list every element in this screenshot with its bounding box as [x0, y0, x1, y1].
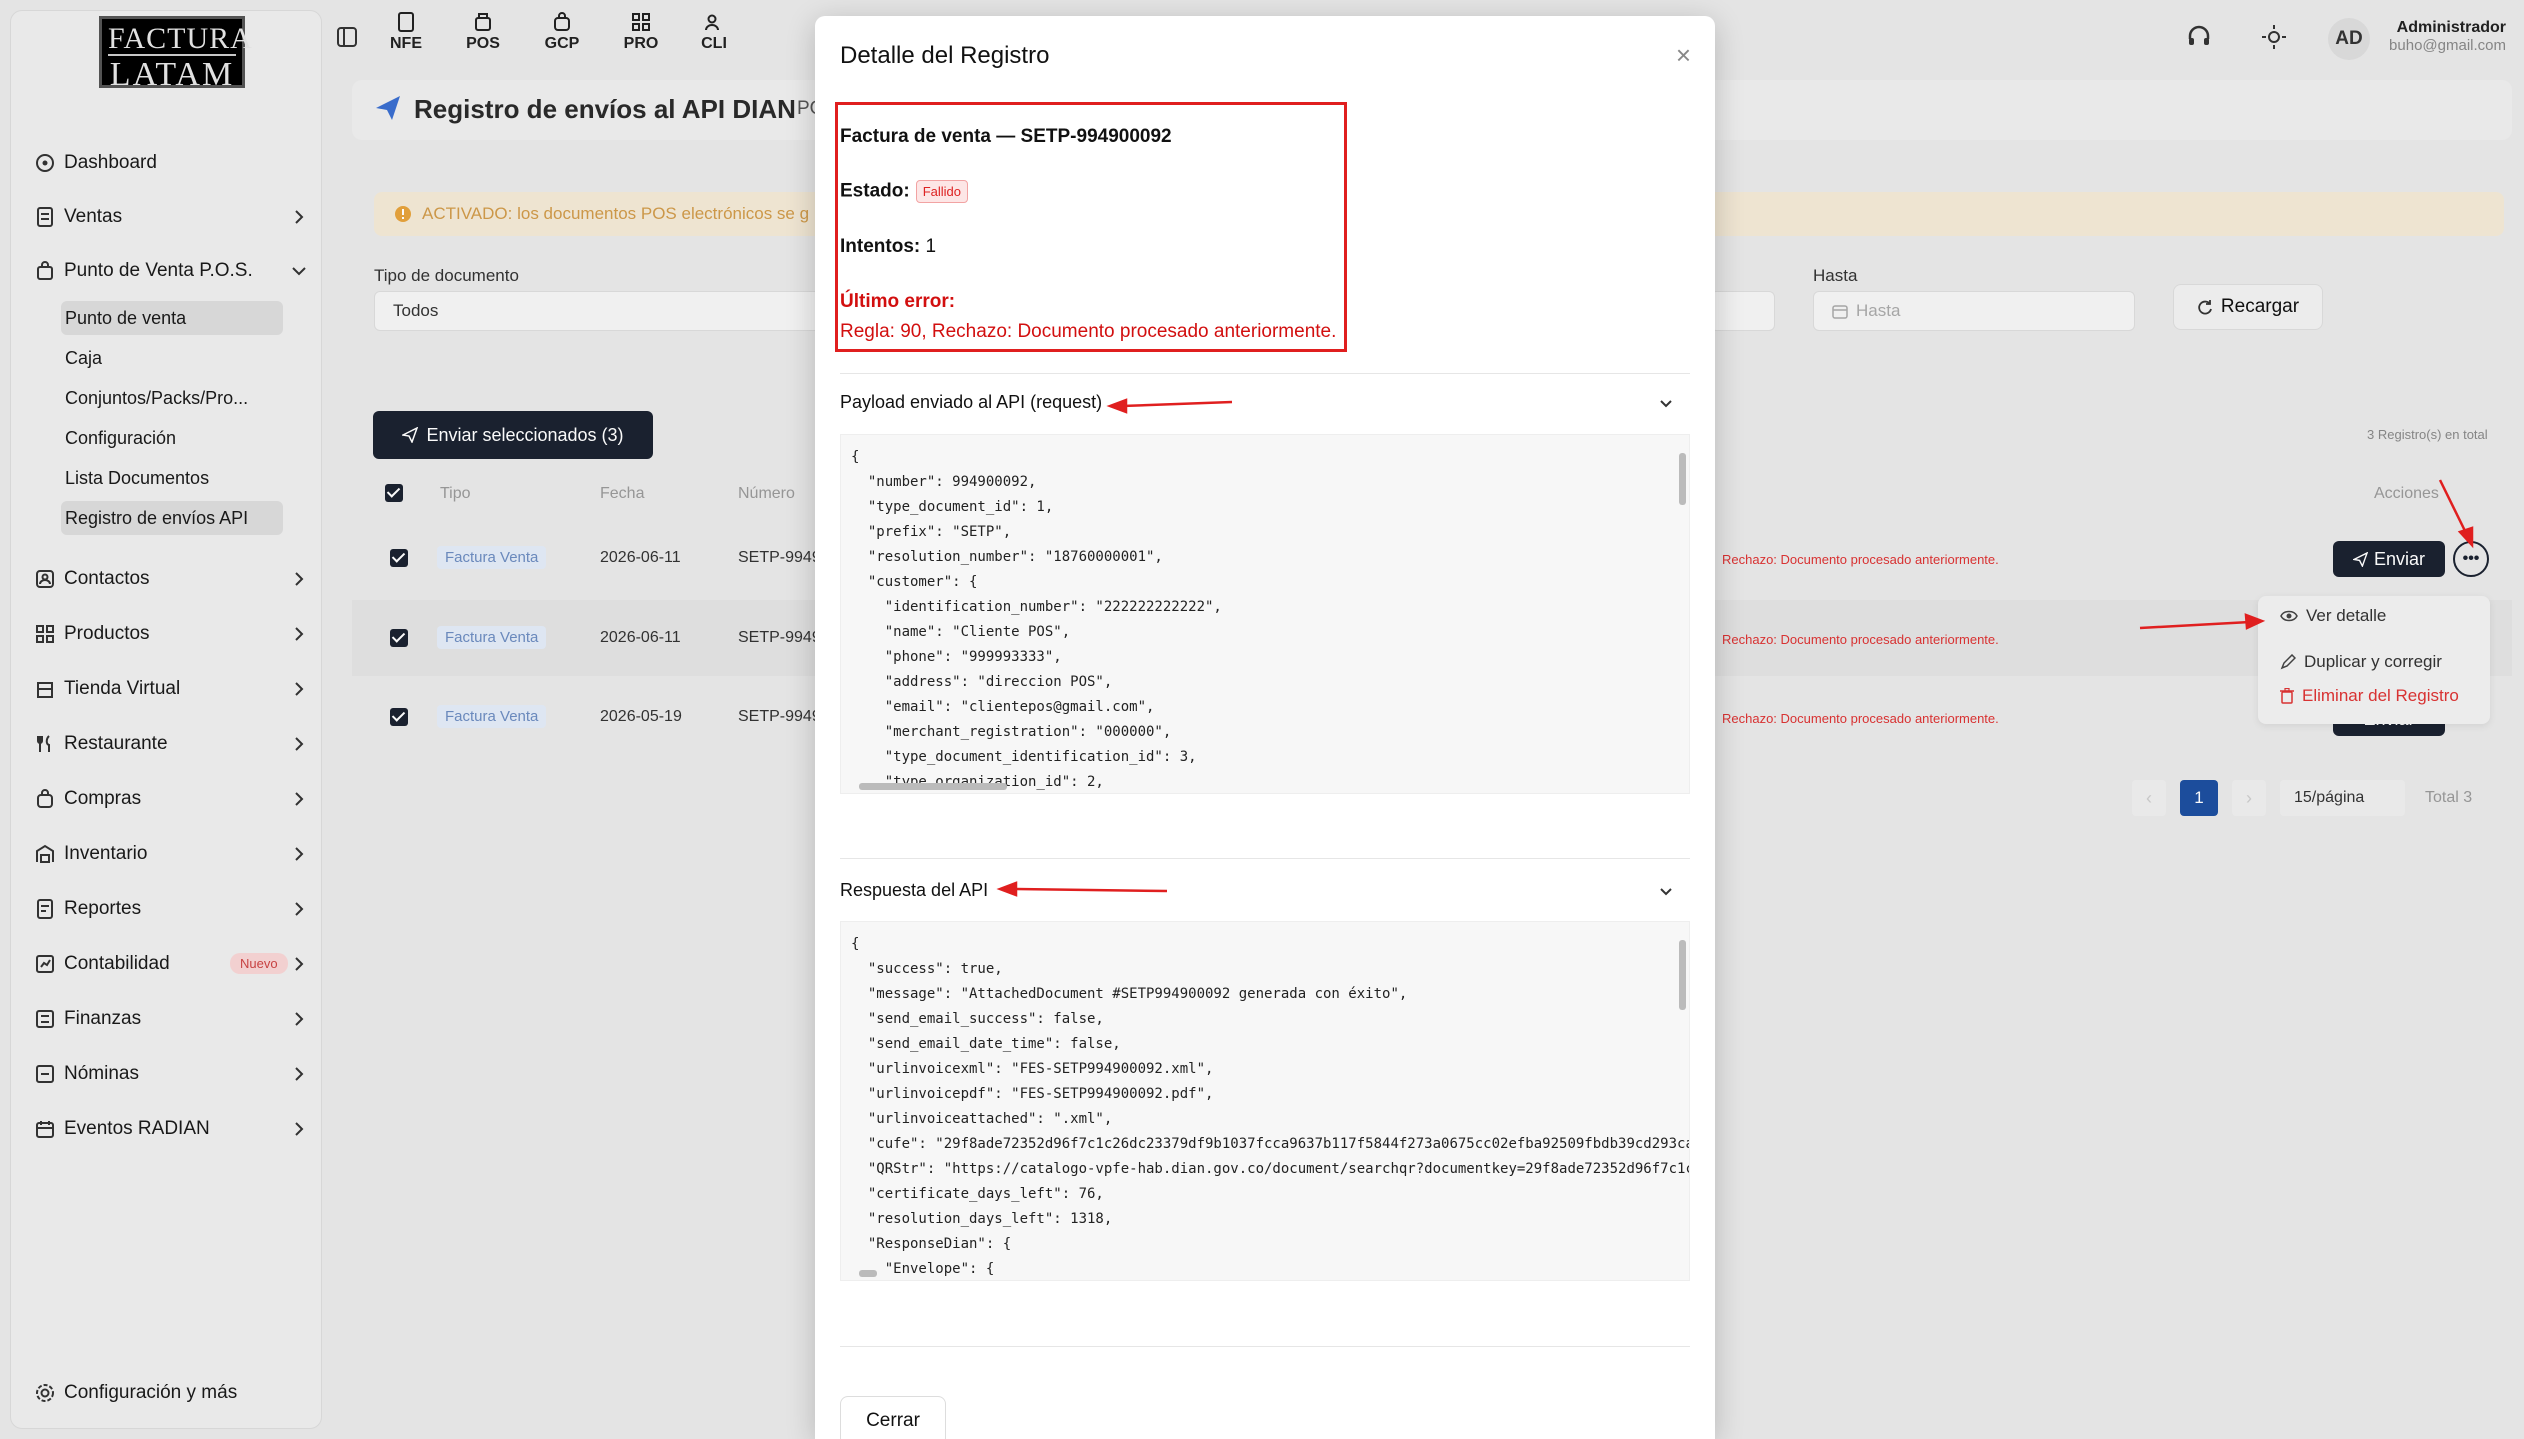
- code-line: "name": "Cliente POS",: [851, 624, 1071, 640]
- close-button-label: Cerrar: [866, 1410, 920, 1431]
- code-line: "type_document_id": 1,: [851, 499, 1054, 515]
- code-line: "message": "AttachedDocument #SETP994900…: [851, 986, 1408, 1002]
- code-line: "urlinvoiceattached": ".xml",: [851, 1111, 1113, 1127]
- vertical-scrollbar[interactable]: [1675, 435, 1689, 793]
- code-line: "email": "clientepos@gmail.com",: [851, 699, 1155, 715]
- vertical-scrollbar[interactable]: [1675, 922, 1689, 1280]
- scrollbar-thumb[interactable]: [1679, 453, 1686, 505]
- error-value: Regla: 90, Rechazo: Documento procesado …: [840, 321, 1337, 342]
- document-label: Factura de venta — SETP-994900092: [840, 126, 1172, 147]
- response-section-title[interactable]: Respuesta del API: [840, 880, 988, 901]
- payload-section-title[interactable]: Payload enviado al API (request): [840, 392, 1102, 413]
- intentos-value: 1: [925, 236, 937, 257]
- code-line: "identification_number": "222222222222",: [851, 599, 1222, 615]
- code-line: "ResponseDian": {: [851, 1236, 1012, 1252]
- status-badge: Fallido: [915, 180, 968, 203]
- code-line: "send_email_date_time": false,: [851, 1036, 1121, 1052]
- modal-title: Detalle del Registro: [840, 42, 1050, 69]
- scrollbar-thumb[interactable]: [859, 783, 1007, 790]
- close-button[interactable]: Cerrar: [840, 1396, 946, 1439]
- response-code-block[interactable]: { "success": true, "message": "AttachedD…: [840, 921, 1690, 1281]
- code-line: "QRStr": "https://catalogo-vpfe-hab.dian…: [851, 1161, 1690, 1177]
- code-line: "certificate_days_left": 76,: [851, 1186, 1104, 1202]
- payload-code-block[interactable]: { "number": 994900092, "type_document_id…: [840, 434, 1690, 794]
- code-line: "address": "direccion POS",: [851, 674, 1113, 690]
- code-line: "cufe": "29f8ade72352d96f7c1c26dc23379df…: [851, 1136, 1690, 1152]
- code-line: "prefix": "SETP",: [851, 524, 1012, 540]
- code-line: "number": 994900092,: [851, 474, 1037, 490]
- code-line: "urlinvoicexml": "FES-SETP994900092.xml"…: [851, 1061, 1214, 1077]
- code-line: "customer": {: [851, 574, 978, 590]
- error-label: Último error:: [840, 291, 956, 312]
- close-icon[interactable]: ×: [1676, 40, 1691, 71]
- code-line: "urlinvoicepdf": "FES-SETP994900092.pdf"…: [851, 1086, 1214, 1102]
- horizontal-scrollbar[interactable]: [841, 779, 1689, 793]
- code-line: "send_email_success": false,: [851, 1011, 1104, 1027]
- code-line: {: [851, 936, 860, 952]
- divider: [840, 858, 1690, 859]
- estado-line: Estado: Fallido: [840, 180, 968, 203]
- intentos-label: Intentos:: [840, 236, 921, 257]
- code-line: "phone": "999993333",: [851, 649, 1062, 665]
- divider: [840, 1346, 1690, 1347]
- code-line: "type_document_identification_id": 3,: [851, 749, 1197, 765]
- code-line: "success": true,: [851, 961, 1003, 977]
- divider: [840, 373, 1690, 374]
- detail-modal: Detalle del Registro × Factura de venta …: [815, 16, 1715, 1439]
- estado-label: Estado:: [840, 180, 910, 202]
- code-line: "merchant_registration": "000000",: [851, 724, 1172, 740]
- code-line: {: [851, 449, 860, 465]
- intentos-line: Intentos: 1: [840, 236, 936, 258]
- scrollbar-thumb[interactable]: [1679, 940, 1686, 1010]
- code-line: "resolution_days_left": 1318,: [851, 1211, 1113, 1227]
- chevron-down-icon[interactable]: [1657, 394, 1675, 412]
- chevron-down-icon[interactable]: [1657, 882, 1675, 900]
- horizontal-scrollbar[interactable]: [841, 1266, 1689, 1280]
- code-line: "resolution_number": "18760000001",: [851, 549, 1163, 565]
- scrollbar-thumb[interactable]: [859, 1270, 877, 1277]
